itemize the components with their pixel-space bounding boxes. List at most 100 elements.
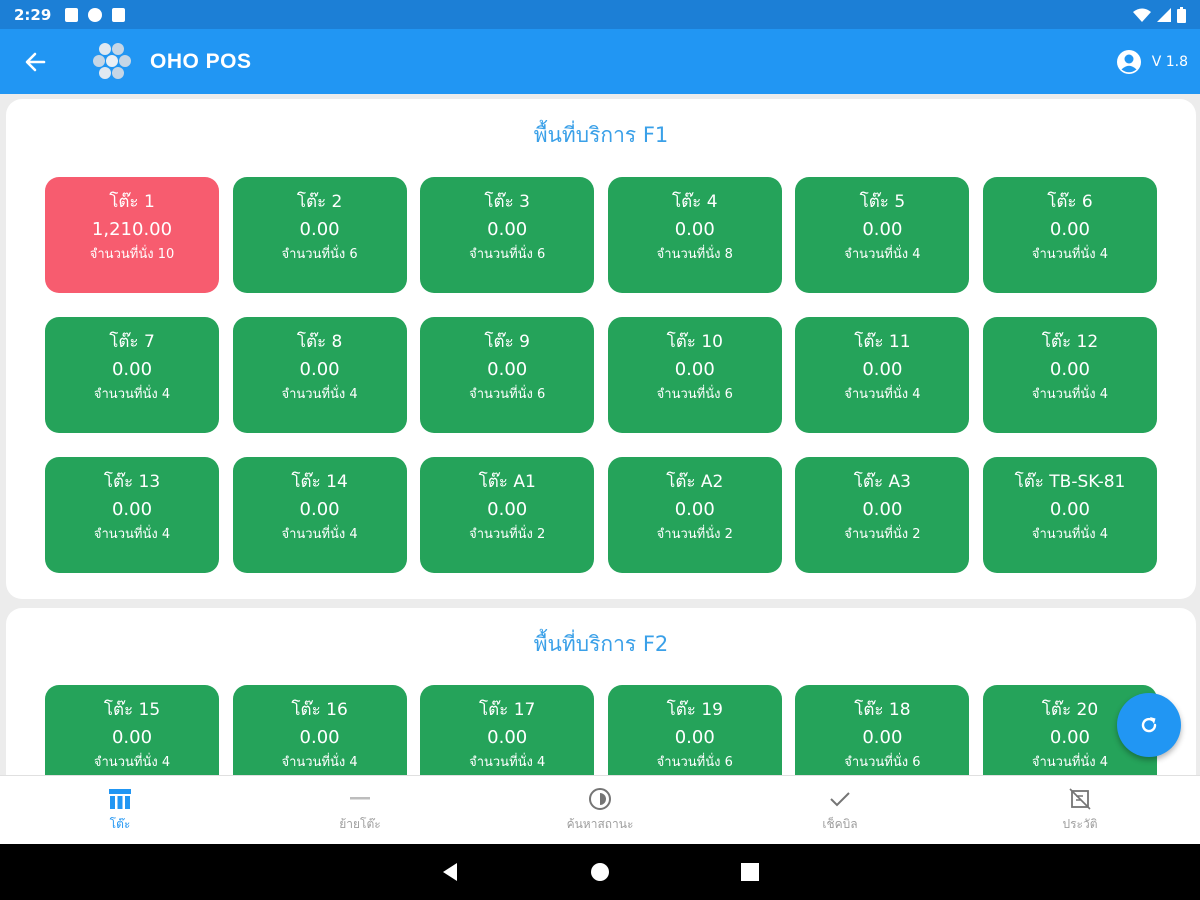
table-card[interactable]: โต๊ะ 7 0.00 จำนวนที่นั่ง 4 [45,317,219,433]
table-amount: 1,210.00 [91,219,173,240]
nav-label: ค้นหาสถานะ [566,817,634,831]
signal-icon [1157,7,1171,22]
system-home-button[interactable] [525,844,675,900]
table-amount: 0.00 [111,499,153,520]
nav-move-table[interactable]: ย้ายโต๊ะ [240,776,480,844]
table-name: โต๊ะ 15 [103,700,161,720]
table-card[interactable]: โต๊ะ A3 0.00 จำนวนที่นั่ง 2 [795,457,970,573]
table-name: โต๊ะ 5 [859,192,906,212]
back-button[interactable] [0,29,70,94]
account-icon[interactable] [1116,49,1142,75]
table-card[interactable]: โต๊ะ 4 0.00 จำนวนที่นั่ง 8 [607,177,782,293]
table-card[interactable]: โต๊ะ 6 0.00 จำนวนที่นั่ง 4 [982,177,1157,293]
table-amount: 0.00 [299,359,340,380]
refresh-button[interactable] [1117,693,1181,757]
notification-icon [65,7,79,22]
table-amount: 0.00 [674,499,715,520]
table-amount: 0.00 [487,359,528,380]
square-recents-icon [741,863,759,881]
table-card[interactable]: โต๊ะ TB-SK-81 0.00 จำนวนที่นั่ง 4 [982,457,1157,573]
table-name: โต๊ะ 10 [666,332,723,352]
table-seats: จำนวนที่นั่ง 10 [89,247,175,262]
table-name: โต๊ะ 19 [666,700,723,720]
table-card[interactable]: โต๊ะ 13 0.00 จำนวนที่นั่ง 4 [45,457,219,573]
table-seats: จำนวนที่นั่ง 6 [844,755,921,770]
system-recents-button[interactable] [675,844,825,900]
table-card[interactable]: โต๊ะ 10 0.00 จำนวนที่นั่ง 6 [607,317,782,433]
table-card[interactable]: โต๊ะ 11 0.00 จำนวนที่นั่ง 4 [795,317,970,433]
zone-title: พื้นที่บริการ F2 [533,632,669,656]
table-name: โต๊ะ 18 [854,700,911,720]
table-seats: จำนวนที่นั่ง 8 [656,247,733,262]
table-card[interactable]: โต๊ะ 14 0.00 จำนวนที่นั่ง 4 [232,457,407,573]
table-amount: 0.00 [111,359,153,380]
table-card[interactable]: โต๊ะ 8 0.00 จำนวนที่นั่ง 4 [232,317,407,433]
table-seats: จำนวนที่นั่ง 4 [93,387,171,402]
table-card[interactable]: โต๊ะ 17 0.00 จำนวนที่นั่ง 4 [420,685,595,775]
table-grid-f2: โต๊ะ 15 0.00 จำนวนที่นั่ง 4 โต๊ะ 16 0.00 จำนว… [45,685,1157,775]
table-card[interactable]: โต๊ะ 12 0.00 จำนวนที่นั่ง 4 [982,317,1157,433]
table-seats: จำนวนที่นั่ง 4 [844,387,921,402]
table-icon [109,789,131,809]
table-amount: 0.00 [674,219,715,240]
nav-label: ย้ายโต๊ะ [339,817,381,831]
table-amount: 0.00 [1049,727,1090,748]
check-icon [830,792,850,807]
table-name: โต๊ะ A1 [478,472,536,492]
table-amount: 0.00 [1049,219,1090,240]
table-amount: 0.00 [299,219,340,240]
table-card[interactable]: โต๊ะ 15 0.00 จำนวนที่นั่ง 4 [45,685,219,775]
table-amount: 0.00 [1049,359,1090,380]
table-card[interactable]: โต๊ะ 3 0.00 จำนวนที่นั่ง 6 [420,177,595,293]
bottom-navigation: โต๊ะ ย้ายโต๊ะ ค้นหาสถานะ เช็คบิล ประวัติ [0,775,1200,844]
table-grid-f1: โต๊ะ 1 1,210.00 จำนวนที่นั่ง 10 โต๊ะ 2 0.00 จ… [45,177,1157,573]
triangle-back-icon [443,863,457,881]
nav-history[interactable]: ประวัติ [960,776,1200,844]
table-name: โต๊ะ 12 [1041,332,1099,352]
table-card[interactable]: โต๊ะ 19 0.00 จำนวนที่นั่ง 6 [607,685,782,775]
refresh-icon [1141,717,1157,733]
nav-tables[interactable]: โต๊ะ [0,776,240,844]
table-name: โต๊ะ 11 [854,332,911,352]
table-card[interactable]: โต๊ะ 16 0.00 จำนวนที่นั่ง 4 [232,685,407,775]
table-amount: 0.00 [674,727,715,748]
table-card[interactable]: โต๊ะ A2 0.00 จำนวนที่นั่ง 2 [607,457,782,573]
table-card[interactable]: โต๊ะ 18 0.00 จำนวนที่นั่ง 6 [795,685,970,775]
table-amount: 0.00 [862,727,903,748]
table-seats: จำนวนที่นั่ง 6 [469,247,546,262]
app-bar: OHO POS V 1.8 [0,29,1200,94]
table-seats: จำนวนที่นั่ง 2 [656,527,733,542]
table-amount: 0.00 [487,499,528,520]
table-name: โต๊ะ 13 [103,472,161,492]
nav-check-bill[interactable]: เช็คบิล [720,776,960,844]
table-seats: จำนวนที่นั่ง 6 [281,247,358,262]
version-label: V 1.8 [1151,53,1188,70]
nav-label: โต๊ะ [109,817,131,831]
arrow-left-icon [25,52,46,71]
zone-title: พื้นที่บริการ F1 [533,123,669,147]
nav-search-status[interactable]: ค้นหาสถานะ [480,776,720,844]
table-name: โต๊ะ 6 [1047,192,1093,212]
zone-f1: พื้นที่บริการ F1 โต๊ะ 1 1,210.00 จำนวนที่น… [6,99,1196,599]
circle-home-icon [591,863,609,881]
table-card[interactable]: โต๊ะ 9 0.00 จำนวนที่นั่ง 6 [420,317,595,433]
table-name: โต๊ะ 8 [296,332,343,352]
table-seats: จำนวนที่นั่ง 4 [281,387,358,402]
table-name: โต๊ะ 7 [109,332,155,352]
table-card[interactable]: โต๊ะ 5 0.00 จำนวนที่นั่ง 4 [795,177,970,293]
table-card[interactable]: โต๊ะ 1 1,210.00 จำนวนที่นั่ง 10 [45,177,219,293]
table-amount: 0.00 [111,727,153,748]
system-back-button[interactable] [375,844,525,900]
table-name: โต๊ะ A2 [666,472,724,492]
sd-card-icon [112,7,126,22]
app-title: OHO POS [150,49,252,73]
table-card[interactable]: โต๊ะ A1 0.00 จำนวนที่นั่ง 2 [420,457,595,573]
history-icon [1069,788,1091,810]
table-seats: จำนวนที่นั่ง 6 [469,387,546,402]
table-seats: จำนวนที่นั่ง 4 [1031,527,1109,542]
status-icon [589,788,611,810]
table-card[interactable]: โต๊ะ 2 0.00 จำนวนที่นั่ง 6 [232,177,407,293]
table-zones: พื้นที่บริการ F1 โต๊ะ 1 1,210.00 จำนวนที่น… [0,94,1200,775]
status-bar: 2:29 [0,0,1200,29]
status-time: 2:29 [14,5,52,24]
